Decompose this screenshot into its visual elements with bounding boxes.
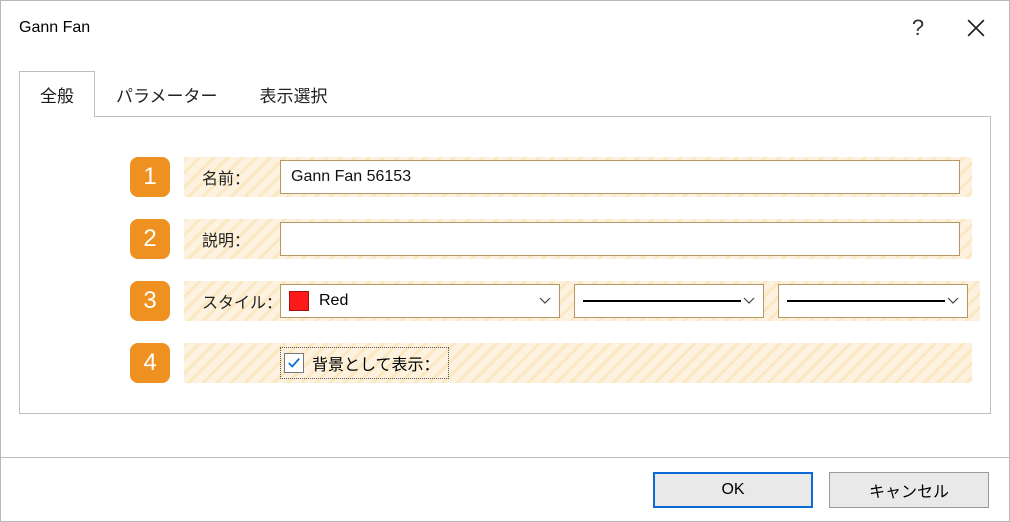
cancel-button-label: キャンセル — [869, 478, 949, 502]
tab-general-label: 全般 — [40, 87, 74, 106]
check-icon — [287, 356, 301, 370]
chevron-down-icon — [741, 297, 757, 305]
badge-3: 3 — [130, 281, 170, 321]
dialog-body: 全般 パラメーター 表示選択 1 名前： Gann Fan 56153 — [1, 55, 1009, 457]
ok-button-label: OK — [721, 481, 744, 499]
titlebar: Gann Fan ? — [1, 1, 1009, 55]
tab-display-label: 表示選択 — [260, 87, 328, 106]
row-description: 2 説明： — [38, 219, 972, 259]
label-style: スタイル： — [184, 289, 280, 313]
tabpanel-general: 1 名前： Gann Fan 56153 2 説明： — [19, 116, 991, 414]
badge-4: 4 — [130, 343, 170, 383]
color-name: Red — [319, 292, 348, 310]
help-button[interactable]: ? — [889, 1, 947, 55]
label-name: 名前： — [184, 165, 280, 189]
badge-1: 1 — [130, 157, 170, 197]
tab-display[interactable]: 表示選択 — [239, 71, 349, 117]
row-background: 4 背景として表示： — [38, 343, 972, 383]
dialog-footer: OK キャンセル — [1, 457, 1009, 521]
chevron-down-icon — [945, 297, 961, 305]
name-input-value: Gann Fan 56153 — [291, 168, 411, 186]
row-name: 1 名前： Gann Fan 56153 — [38, 157, 972, 197]
stripe-name: 名前： Gann Fan 56153 — [184, 157, 972, 197]
color-dropdown[interactable]: Red — [280, 284, 560, 318]
field-area-name: Gann Fan 56153 — [280, 160, 960, 194]
linestyle-dropdown[interactable] — [574, 284, 764, 318]
badge-2: 2 — [130, 219, 170, 259]
tabstrip: 全般 パラメーター 表示選択 — [19, 71, 991, 117]
field-area-description — [280, 222, 960, 256]
dialog: Gann Fan ? 全般 パラメーター 表示選択 1 — [0, 0, 1010, 522]
tab-parameters-label: パラメーター — [116, 87, 218, 106]
ok-button[interactable]: OK — [653, 472, 813, 508]
field-area-background: 背景として表示： — [280, 347, 960, 379]
linestyle-preview — [583, 300, 741, 302]
background-checkbox[interactable] — [284, 353, 304, 373]
field-area-style: Red — [280, 284, 968, 318]
close-button[interactable] — [947, 1, 1005, 55]
tab-general[interactable]: 全般 — [19, 71, 95, 117]
label-description: 説明： — [184, 227, 280, 251]
dialog-title: Gann Fan — [19, 19, 889, 37]
background-checkbox-wrap[interactable]: 背景として表示： — [280, 347, 449, 379]
tab-parameters[interactable]: パラメーター — [95, 71, 239, 117]
stripe-description: 説明： — [184, 219, 972, 259]
description-input[interactable] — [280, 222, 960, 256]
linewidth-dropdown[interactable] — [778, 284, 968, 318]
color-dropdown-content: Red — [289, 291, 537, 311]
name-input[interactable]: Gann Fan 56153 — [280, 160, 960, 194]
stripe-background: 背景として表示： — [184, 343, 972, 383]
linewidth-preview — [787, 300, 945, 302]
linestyle-content — [583, 300, 741, 302]
close-icon — [967, 19, 985, 37]
chevron-down-icon — [537, 297, 553, 305]
color-swatch — [289, 291, 309, 311]
help-icon: ? — [912, 15, 924, 41]
linewidth-content — [787, 300, 945, 302]
row-style: 3 スタイル： Red — [38, 281, 972, 321]
cancel-button[interactable]: キャンセル — [829, 472, 989, 508]
background-checkbox-label: 背景として表示： — [312, 351, 440, 375]
stripe-style: スタイル： Red — [184, 281, 980, 321]
